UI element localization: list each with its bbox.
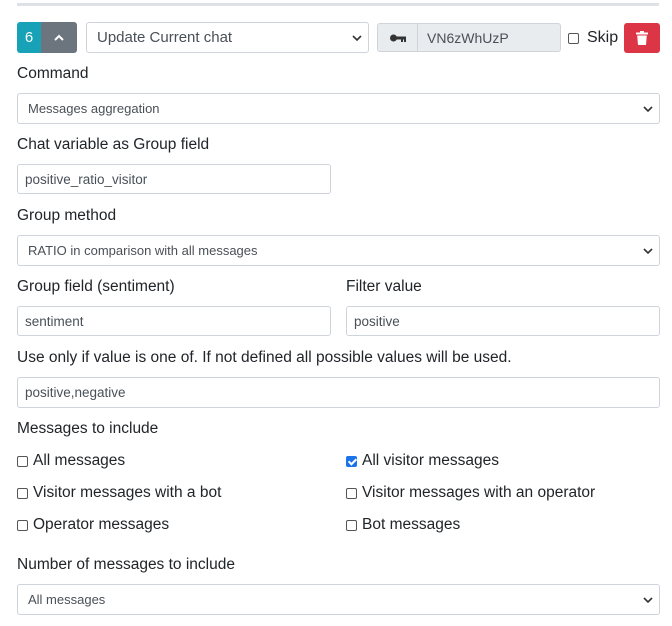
checkbox-box[interactable] — [17, 519, 28, 531]
values-restriction-input[interactable]: positive,negative — [17, 377, 660, 408]
filter-value-value: positive — [354, 313, 400, 329]
checkbox-label: All messages — [33, 452, 126, 469]
checkbox-all-messages[interactable]: All messages — [17, 452, 125, 470]
key-icon — [389, 34, 406, 42]
group-method-select[interactable]: RATIO in comparison with all messages — [17, 235, 660, 266]
number-of-messages-select[interactable]: All messages — [17, 584, 660, 615]
checkbox-box-checked[interactable] — [346, 455, 357, 467]
chevron-down-icon — [352, 34, 362, 41]
skip-checkbox[interactable]: Skip — [568, 29, 618, 47]
group-field-input[interactable]: sentiment — [17, 306, 331, 336]
chevron-down-icon — [643, 247, 653, 254]
chat-variable-input[interactable]: positive_ratio_visitor — [17, 164, 331, 194]
checkbox-label: Bot messages — [362, 516, 461, 533]
command-label: Command — [17, 65, 89, 82]
filter-value-input[interactable]: positive — [346, 306, 660, 336]
checkbox-all-visitor-messages[interactable]: All visitor messages — [346, 452, 499, 470]
key-addon — [377, 23, 418, 52]
trash-icon — [636, 31, 648, 45]
step-number: 6 — [24, 29, 34, 46]
checkbox-box[interactable] — [346, 487, 357, 499]
checkbox-label: Visitor messages with an operator — [362, 484, 596, 501]
skip-label: Skip — [587, 29, 619, 46]
skip-checkbox-box[interactable] — [568, 32, 579, 44]
filter-value-label: Filter value — [346, 278, 422, 295]
chevron-down-icon — [643, 596, 653, 603]
action-type-select[interactable]: Update Current chat — [86, 22, 369, 53]
messages-to-include-label: Messages to include — [17, 420, 159, 437]
values-restriction-label: Use only if value is one of. If not defi… — [17, 349, 512, 366]
step-number-badge: 6 — [17, 22, 41, 53]
chat-variable-label: Chat variable as Group field — [17, 136, 210, 153]
chevron-down-icon — [643, 105, 653, 112]
checkbox-box[interactable] — [17, 455, 28, 467]
command-value: Messages aggregation — [28, 101, 160, 116]
checkbox-box[interactable] — [346, 519, 357, 531]
group-method-value: RATIO in comparison with all messages — [28, 243, 258, 258]
checkbox-bot-messages[interactable]: Bot messages — [346, 516, 460, 534]
checkbox-operator-messages[interactable]: Operator messages — [17, 516, 169, 534]
checkbox-box[interactable] — [17, 487, 28, 499]
section-divider — [17, 3, 659, 6]
delete-button[interactable] — [624, 23, 660, 53]
checkbox-label: Operator messages — [33, 516, 170, 533]
values-restriction-value: positive,negative — [25, 385, 126, 400]
chat-variable-value: positive_ratio_visitor — [25, 171, 148, 187]
action-type-value: Update Current chat — [97, 29, 233, 46]
number-of-messages-label: Number of messages to include — [17, 556, 235, 573]
command-select[interactable]: Messages aggregation — [17, 93, 660, 124]
checkbox-visitor-operator[interactable]: Visitor messages with an operator — [346, 484, 595, 502]
trigger-id-field: VN6zWhUzP — [417, 23, 561, 52]
checkbox-label: Visitor messages with a bot — [33, 484, 222, 501]
collapse-button[interactable] — [41, 22, 77, 53]
number-of-messages-value: All messages — [28, 592, 106, 607]
checkbox-visitor-bot[interactable]: Visitor messages with a bot — [17, 484, 221, 502]
checkbox-label: All visitor messages — [362, 452, 499, 469]
chevron-up-icon — [54, 34, 64, 41]
group-field-value: sentiment — [25, 313, 84, 329]
group-field-label: Group field (sentiment) — [17, 278, 175, 295]
group-method-label: Group method — [17, 207, 117, 224]
trigger-id-value: VN6zWhUzP — [427, 29, 509, 46]
